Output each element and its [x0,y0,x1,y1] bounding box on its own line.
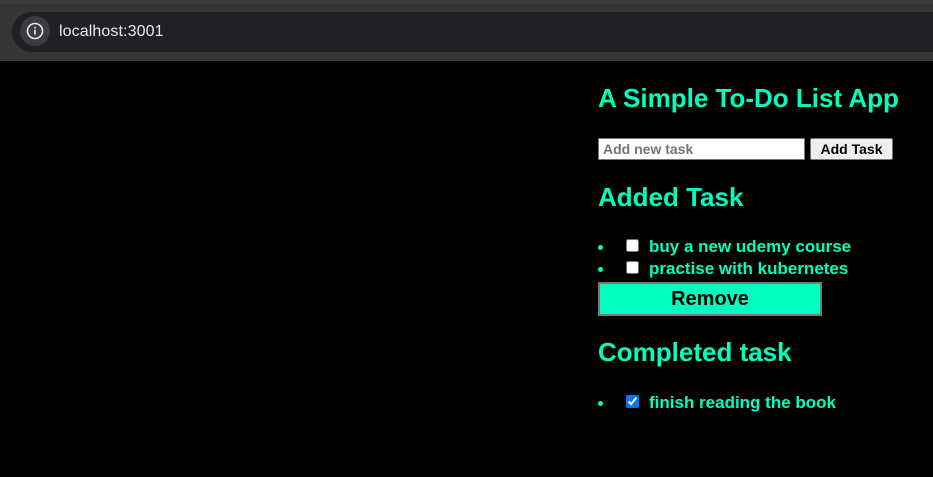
site-info-button[interactable] [20,16,50,46]
browser-toolbar: localhost:3001 [0,0,933,61]
task-label: buy a new udemy course [649,237,852,256]
bullet-icon [598,267,603,272]
url-text[interactable]: localhost:3001 [59,23,164,41]
bullet-icon [598,401,603,406]
task-checkbox[interactable] [626,395,639,408]
task-label: finish reading the book [649,393,837,412]
task-label: practise with kubernetes [649,259,849,278]
task-checkbox[interactable] [626,239,639,252]
bullet-icon [598,245,603,250]
address-bar[interactable]: localhost:3001 [12,12,933,52]
completed-task-heading: Completed task [598,337,792,367]
remove-button[interactable]: Remove [598,282,822,316]
new-task-input[interactable] [598,138,805,160]
task-checkbox[interactable] [626,261,639,274]
add-task-button[interactable]: Add Task [810,138,893,160]
added-task-heading: Added Task [598,182,744,212]
page-title: A Simple To-Do List App [598,83,899,113]
